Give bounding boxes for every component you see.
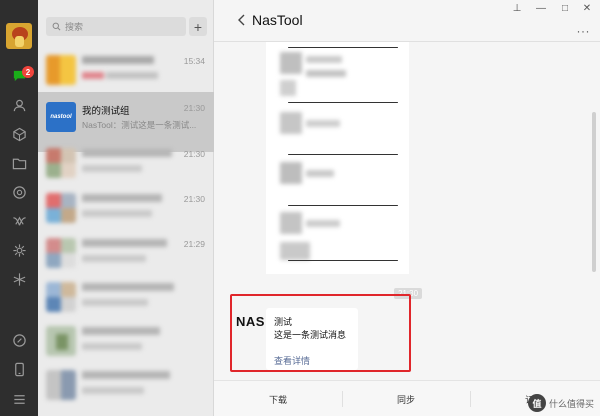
add-button[interactable]: + <box>189 17 207 36</box>
chat-time: 21:30 <box>183 103 205 113</box>
favorites-icon[interactable] <box>11 126 27 142</box>
nastool-avatar: nastool <box>46 102 76 132</box>
search-box[interactable] <box>46 17 186 36</box>
avatar <box>46 282 76 312</box>
user-avatar[interactable] <box>6 23 32 49</box>
unread-badge: 2 <box>22 66 34 78</box>
channels-icon[interactable] <box>11 213 27 229</box>
avatar <box>46 238 76 268</box>
previous-message-card <box>266 42 409 274</box>
bottom-action-bar: 下载 同步 订阅 值 什么值得买 <box>214 380 600 416</box>
moments-icon[interactable] <box>11 184 27 200</box>
contacts-icon[interactable] <box>11 97 27 113</box>
chat-list: + 15:34 nastool 我的测试组 NasTool：测试这是一条测试..… <box>38 0 214 416</box>
back-chevron-icon[interactable] <box>236 13 248 27</box>
minimize-button[interactable]: — <box>534 3 548 14</box>
folder-icon[interactable] <box>11 155 27 171</box>
chat-header: NasTool ⊥ — □ ✕ ··· <box>214 0 600 42</box>
avatar <box>46 326 76 356</box>
mini-program-panel-icon[interactable] <box>11 332 27 348</box>
avatar <box>46 370 76 400</box>
highlight-box <box>230 294 411 372</box>
search-discover-icon[interactable] <box>11 271 27 287</box>
more-options-icon[interactable]: ··· <box>577 24 591 38</box>
chat-window: NasTool ⊥ — □ ✕ ··· 21:30 NAS 测试 这是一条测试消… <box>214 0 600 416</box>
chat-preview: NasTool：测试这是一条测试... <box>82 120 197 130</box>
mini-programs-icon[interactable] <box>11 242 27 258</box>
watermark: 值 什么值得买 <box>527 394 594 412</box>
search-input[interactable] <box>65 21 175 32</box>
sync-button[interactable]: 同步 <box>342 381 470 416</box>
avatar <box>46 148 76 178</box>
watermark-text: 什么值得买 <box>548 398 594 409</box>
phone-icon[interactable] <box>11 361 27 377</box>
chat-time: 21:30 <box>183 149 205 159</box>
pin-icon[interactable]: ⊥ <box>510 3 524 14</box>
chat-name: 我的测试组 <box>82 106 130 117</box>
scrollbar[interactable] <box>592 112 596 272</box>
menu-icon[interactable] <box>11 391 27 407</box>
chat-title: NasTool <box>252 12 303 28</box>
maximize-button[interactable]: □ <box>558 3 572 14</box>
close-button[interactable]: ✕ <box>580 3 594 14</box>
chat-time: 21:30 <box>183 194 205 204</box>
list-item[interactable] <box>38 360 214 416</box>
chat-time: 21:29 <box>183 239 205 249</box>
search-icon <box>52 22 61 31</box>
watermark-logo: 值 <box>527 394 546 412</box>
avatar <box>46 55 76 85</box>
avatar <box>46 193 76 223</box>
nav-rail: 2 <box>0 0 38 416</box>
download-button[interactable]: 下载 <box>214 381 342 416</box>
chat-time: 15:34 <box>183 56 205 66</box>
